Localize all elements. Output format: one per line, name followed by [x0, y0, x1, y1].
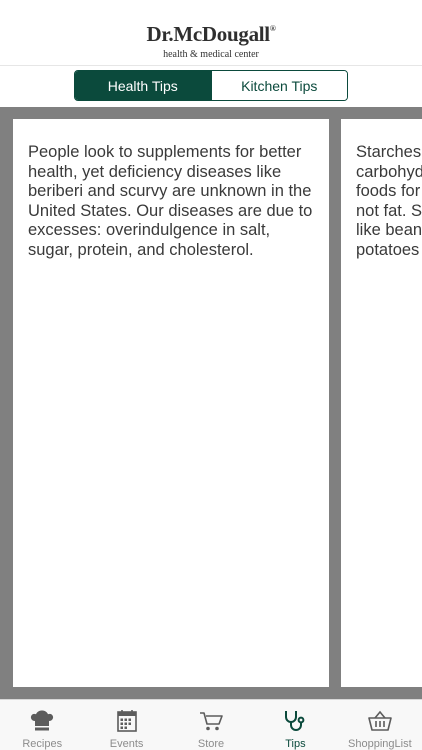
basket-icon: [368, 710, 392, 731]
brand-name: Dr.McDougall: [146, 22, 270, 46]
tip-text: People look to supplements for better he…: [28, 143, 313, 259]
segment-kitchen-tips[interactable]: Kitchen Tips: [210, 71, 347, 100]
tab-events[interactable]: Events: [84, 700, 168, 750]
segment-health-tips[interactable]: Health Tips: [75, 71, 211, 100]
tip-text-next: Starches carbohyd foods for not fat. S l…: [356, 143, 422, 260]
stethoscope-icon: [285, 711, 305, 731]
tip-card: People look to supplements for better he…: [13, 119, 329, 687]
app-root: Dr.McDougall® health & medical center He…: [0, 0, 422, 750]
brand-subtitle: health & medical center: [163, 49, 259, 60]
tip-text-next-content: Starches carbohyd foods for not fat. S l…: [356, 143, 422, 259]
brand-logo: Dr.McDougall®: [0, 22, 422, 47]
tips-segmented-control: Health Tips Kitchen Tips: [74, 70, 348, 101]
tip-card-next: Starches carbohyd foods for not fat. S l…: [341, 119, 422, 687]
tab-shoppinglist[interactable]: ShoppingList: [338, 700, 422, 750]
calendar-icon: [116, 710, 137, 732]
bottom-tab-bar: Recipes Events Store Tips ShoppingList: [0, 699, 422, 750]
tab-label: Tips: [285, 738, 306, 750]
tab-store[interactable]: Store: [169, 700, 253, 750]
tab-label: Events: [109, 738, 144, 750]
chef-hat-icon: [31, 710, 54, 731]
tab-label: Store: [197, 738, 225, 750]
tab-tips[interactable]: Tips: [253, 700, 337, 750]
tab-label: ShoppingList: [348, 738, 412, 750]
app-header: Dr.McDougall® health & medical center: [0, 0, 422, 66]
tips-carousel[interactable]: People look to supplements for better he…: [0, 107, 422, 699]
tab-recipes[interactable]: Recipes: [0, 700, 84, 750]
cart-icon: [200, 712, 223, 731]
tab-label: Recipes: [22, 738, 63, 750]
brand-registered-mark: ®: [269, 24, 276, 33]
